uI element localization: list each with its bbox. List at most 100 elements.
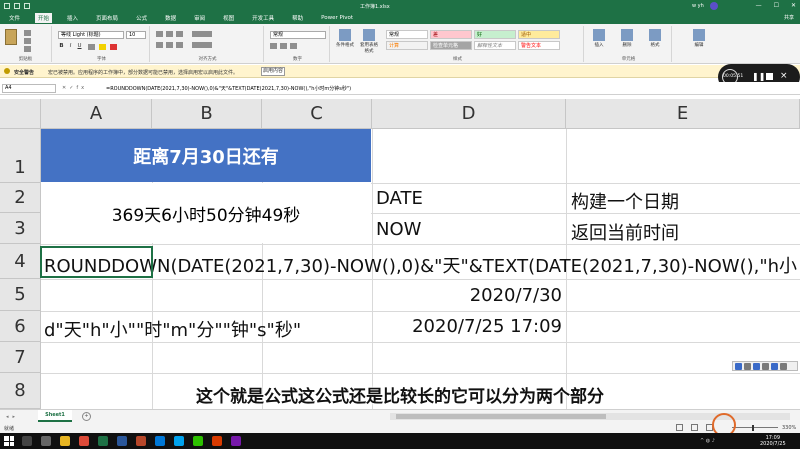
tab-home[interactable]: 开始	[35, 13, 53, 23]
name-box[interactable]: A4	[2, 84, 56, 93]
align-right-icon[interactable]	[176, 42, 183, 48]
zoom-level[interactable]: 330%	[782, 425, 796, 431]
format-painter-icon[interactable]	[24, 46, 31, 52]
recorder-app-icon[interactable]	[212, 436, 222, 446]
fill-color-icon[interactable]	[99, 44, 106, 50]
tab-insert[interactable]: 插入	[64, 13, 81, 23]
formula-input[interactable]: =ROUNDDOWN(DATE(2021,7,30)-NOW(),0)&"天"&…	[106, 85, 796, 92]
row-header-5[interactable]: 5	[0, 279, 41, 311]
cell-a2-merged[interactable]: 369天6小时50分钟49秒	[41, 183, 371, 243]
merge-center-icon[interactable]	[192, 42, 212, 48]
percent-icon[interactable]	[280, 43, 287, 49]
chevron-up-icon[interactable]: ^	[700, 438, 704, 444]
format-as-table-button[interactable]: 套用表格格式	[358, 29, 380, 54]
qq-icon[interactable]	[174, 436, 184, 446]
style-check[interactable]: 检查单元格	[430, 41, 472, 50]
ime-icon[interactable]	[744, 363, 751, 370]
taskbar-clock[interactable]: 17:09 2020/7/25	[760, 435, 786, 447]
column-header-a[interactable]: A	[41, 99, 152, 129]
borders-icon[interactable]	[88, 44, 95, 50]
style-explain[interactable]: 解释性文本	[474, 41, 516, 50]
autosave-icon[interactable]	[4, 3, 10, 9]
row-header-3[interactable]: 3	[0, 213, 41, 244]
cell-d2[interactable]: DATE	[376, 188, 423, 209]
tab-page-layout[interactable]: 页面布局	[93, 13, 121, 23]
save-icon[interactable]	[14, 3, 20, 9]
windows-start-icon[interactable]	[4, 436, 14, 446]
share-button[interactable]: 共享	[784, 14, 794, 21]
style-good[interactable]: 好	[474, 30, 516, 39]
bold-button[interactable]: B	[58, 43, 65, 50]
chrome-icon[interactable]	[79, 436, 89, 446]
scrollbar-thumb[interactable]	[396, 414, 606, 419]
avatar[interactable]	[710, 2, 718, 10]
style-calc[interactable]: 计算	[386, 41, 428, 50]
add-sheet-icon[interactable]: +	[82, 412, 91, 421]
cell-e2[interactable]: 构建一个日期	[571, 188, 679, 214]
excel-icon[interactable]	[98, 436, 108, 446]
cell-a6[interactable]: d"天"h"小""时"m"分""钟"s"秒"	[44, 316, 301, 342]
cell-d5[interactable]: 2020/7/30	[372, 285, 562, 306]
column-header-d[interactable]: D	[372, 99, 566, 129]
select-all-corner[interactable]	[0, 99, 41, 129]
style-normal[interactable]: 常规	[386, 30, 428, 39]
tab-help[interactable]: 帮助	[289, 13, 306, 23]
row-header-7[interactable]: 7	[0, 342, 41, 373]
chevron-right-icon[interactable]: ▸	[13, 414, 20, 420]
align-middle-icon[interactable]	[166, 31, 173, 37]
row-header-1[interactable]: 1	[0, 129, 41, 183]
ime-icon[interactable]	[762, 363, 769, 370]
underline-button[interactable]: U	[76, 43, 83, 50]
task-view-icon[interactable]	[41, 436, 51, 446]
close-icon[interactable]: ×	[780, 71, 788, 81]
italic-button[interactable]: I	[67, 43, 74, 50]
ime-icon[interactable]	[771, 363, 778, 370]
zoom-slider[interactable]	[732, 427, 778, 428]
conditional-format-button[interactable]: 条件格式	[334, 29, 356, 51]
wechat-icon[interactable]	[193, 436, 203, 446]
cell-d6[interactable]: 2020/7/25 17:09	[372, 316, 562, 337]
currency-icon[interactable]	[270, 43, 277, 49]
edge-icon[interactable]	[155, 436, 165, 446]
font-color-icon[interactable]	[110, 44, 117, 50]
wrap-text-icon[interactable]	[192, 31, 212, 37]
close-icon[interactable]: ✕	[791, 2, 796, 9]
paste-icon[interactable]	[5, 29, 17, 45]
align-center-icon[interactable]	[166, 42, 173, 48]
cell-a1-merged[interactable]: 距离7月30日还有	[41, 129, 371, 182]
cell-a4[interactable]: ROUNDDOWN(DATE(2021,7,30)-NOW(),0)&"天"&T…	[44, 252, 800, 278]
row-header-6[interactable]: 6	[0, 311, 41, 342]
row-header-2[interactable]: 2	[0, 183, 41, 213]
font-size-select[interactable]: 10	[126, 31, 146, 39]
page-layout-view-icon[interactable]	[691, 424, 698, 431]
row-header-4[interactable]: 4	[0, 244, 41, 279]
search-icon[interactable]	[22, 436, 32, 446]
align-top-icon[interactable]	[156, 31, 163, 37]
stop-icon[interactable]	[766, 73, 773, 80]
sheet-tab-sheet1[interactable]: Sheet1	[38, 410, 72, 422]
cell-d3[interactable]: NOW	[376, 219, 421, 240]
function-icon[interactable]: fx	[76, 85, 87, 91]
style-warning[interactable]: 警告文本	[518, 41, 560, 50]
align-left-icon[interactable]	[156, 42, 163, 48]
network-icon[interactable]: ◍	[706, 438, 710, 444]
volume-icon[interactable]: ♪	[712, 438, 715, 444]
cut-icon[interactable]	[24, 30, 31, 36]
comma-icon[interactable]	[290, 43, 297, 49]
font-name-select[interactable]: 等线 Light (标题)	[58, 31, 124, 39]
zoom-slider-thumb[interactable]	[752, 425, 754, 431]
format-cells-button[interactable]: 格式	[644, 29, 666, 51]
minimize-icon[interactable]: —	[756, 2, 762, 9]
ime-icon[interactable]	[735, 363, 742, 370]
tab-developer[interactable]: 开发工具	[249, 13, 277, 23]
edit-button[interactable]: 编辑	[688, 29, 710, 51]
ime-icon[interactable]	[780, 363, 787, 370]
insert-cells-button[interactable]: 插入	[588, 29, 610, 51]
undo-icon[interactable]	[24, 3, 30, 9]
column-header-e[interactable]: E	[566, 99, 800, 129]
align-bottom-icon[interactable]	[176, 31, 183, 37]
style-neutral[interactable]: 适中	[518, 30, 560, 39]
tab-file[interactable]: 文件	[6, 13, 23, 23]
ime-icon[interactable]	[753, 363, 760, 370]
tab-data[interactable]: 数据	[162, 13, 179, 23]
